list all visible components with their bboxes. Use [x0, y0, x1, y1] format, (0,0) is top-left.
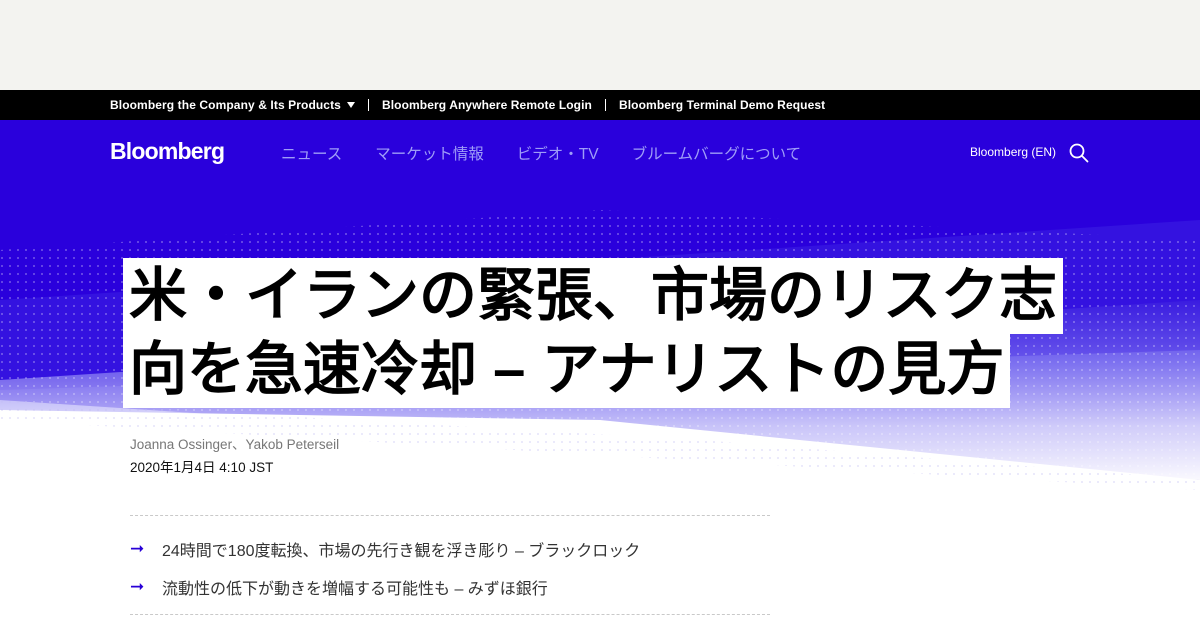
top-bar: Bloomberg the Company & Its Products Blo… [0, 90, 1200, 120]
company-products-label: Bloomberg the Company & Its Products [110, 98, 341, 112]
article-date: 2020年1月4日 4:10 JST [130, 460, 274, 475]
ad-space [0, 0, 1200, 90]
caret-down-icon [346, 102, 355, 108]
headline-line-1: 米・イランの緊張、市場のリスク志 [123, 258, 1064, 334]
nav-item-video-tv[interactable]: ビデオ・TV [517, 142, 599, 164]
bloomberg-logo[interactable]: Bloomberg [110, 138, 225, 165]
article-authors[interactable]: Joanna Ossinger、Yakob Peterseil [130, 433, 339, 453]
nav-item-about[interactable]: ブルームバーグについて [632, 142, 802, 164]
summary-text: 流動性の低下が動きを増幅する可能性も – みずほ銀行 [162, 581, 548, 598]
top-bar-divider [367, 99, 369, 111]
edition-switcher[interactable]: Bloomberg (EN) [970, 145, 1056, 159]
nav-menu: ニュース マーケット情報 ビデオ・TV ブルームバーグについて [281, 142, 801, 164]
top-bar-links: Bloomberg the Company & Its Products Blo… [110, 90, 825, 120]
arrow-right-icon: ➞ [130, 577, 145, 596]
search-button[interactable] [1068, 142, 1090, 164]
nav-item-markets[interactable]: マーケット情報 [375, 142, 484, 164]
article-summary: ➞ 24時間で180度転換、市場の先行き観を浮き彫り – ブラックロック ➞ 流… [130, 515, 770, 615]
company-products-link[interactable]: Bloomberg the Company & Its Products [110, 98, 355, 112]
search-icon [1069, 143, 1089, 163]
summary-text: 24時間で180度転換、市場の先行き観を浮き彫り – ブラックロック [162, 543, 641, 560]
summary-item: ➞ 24時間で180度転換、市場の先行き観を浮き彫り – ブラックロック [130, 537, 640, 561]
nav-item-news[interactable]: ニュース [281, 142, 342, 164]
arrow-right-icon: ➞ [130, 539, 145, 558]
headline-line-2: 向を急速冷却 – アナリストの見方 [123, 332, 1011, 408]
top-bar-divider [604, 99, 606, 111]
terminal-demo-link[interactable]: Bloomberg Terminal Demo Request [619, 98, 825, 112]
summary-item: ➞ 流動性の低下が動きを増幅する可能性も – みずほ銀行 [130, 575, 548, 599]
article-headline: 米・イランの緊張、市場のリスク志 向を急速冷却 – アナリストの見方 [123, 258, 1113, 408]
anywhere-login-link[interactable]: Bloomberg Anywhere Remote Login [382, 98, 592, 112]
